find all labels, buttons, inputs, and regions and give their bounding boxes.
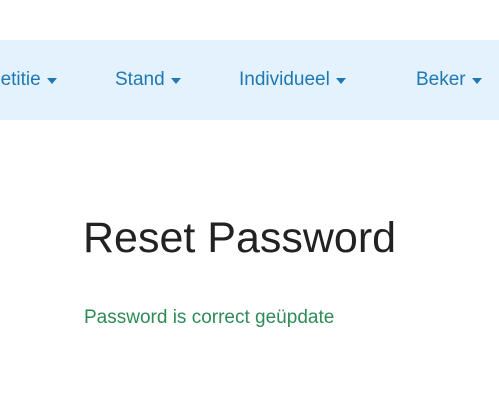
success-message: Password is correct geüpdate	[84, 307, 335, 328]
caret-down-icon	[471, 78, 482, 84]
nav-item-label: Beker	[416, 69, 466, 90]
caret-down-icon	[170, 78, 181, 84]
nav-dropdown-beker[interactable]: Beker	[416, 40, 482, 120]
nav-dropdown-competitie[interactable]: petitie	[0, 40, 57, 120]
nav-dropdown-individueel[interactable]: Individueel	[239, 40, 346, 120]
nav-item-label: petitie	[0, 69, 41, 90]
nav-item-label: Individueel	[239, 69, 330, 90]
caret-down-icon	[335, 78, 346, 84]
top-navbar: petitie Stand Individueel Beker	[0, 40, 499, 120]
caret-down-icon	[46, 78, 57, 84]
nav-item-label: Stand	[115, 69, 165, 90]
page-title: Reset Password	[83, 214, 397, 262]
page: petitie Stand Individueel Beker Reset Pa…	[0, 0, 499, 411]
nav-dropdown-stand[interactable]: Stand	[115, 40, 181, 120]
